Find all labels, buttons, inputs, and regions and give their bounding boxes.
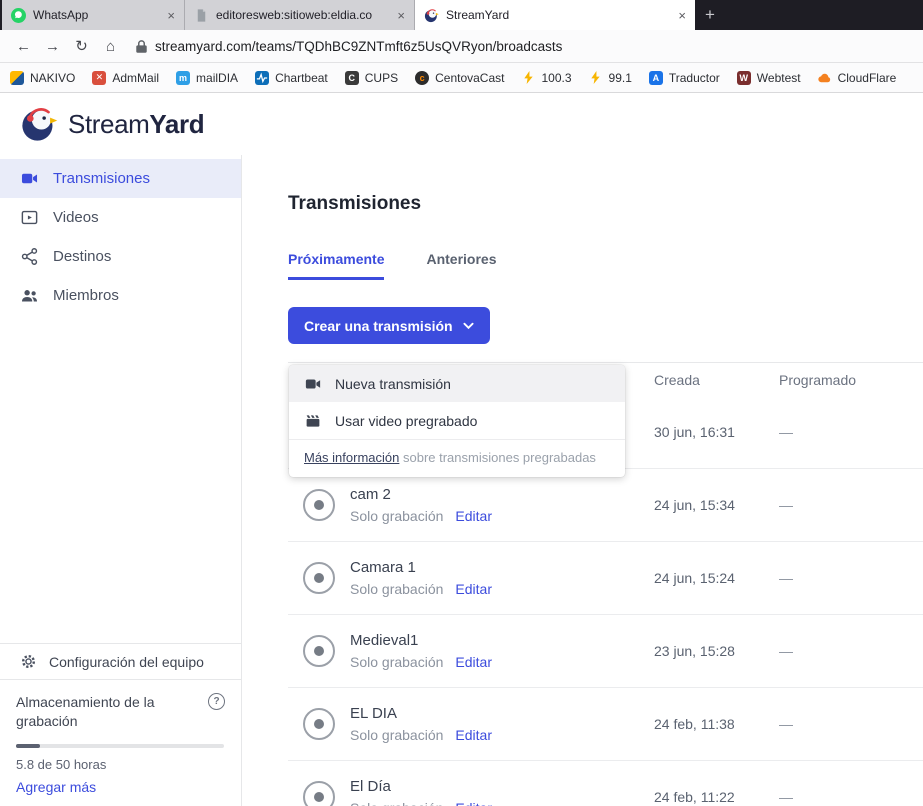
tab-title: WhatsApp bbox=[33, 8, 156, 22]
storage-title: Almacenamiento de la grabación bbox=[16, 693, 176, 731]
storage-progress-bar bbox=[16, 744, 224, 748]
nakivo-icon bbox=[10, 71, 24, 85]
bookmark-maildia[interactable]: m mailDIA bbox=[176, 71, 238, 85]
sidebar-item-destinos[interactable]: Destinos bbox=[0, 237, 241, 276]
navigation-bar: ← → ↻ ⌂ streamyard.com/teams/TQDhBC9ZNTm… bbox=[0, 30, 923, 63]
bookmark-cloudflare[interactable]: CloudFlare bbox=[818, 71, 897, 85]
table-row[interactable]: EL DIA Solo grabación Editar 24 feb, 11:… bbox=[288, 688, 923, 761]
whatsapp-icon bbox=[11, 8, 26, 23]
video-library-icon bbox=[20, 208, 39, 227]
create-broadcast-button[interactable]: Crear una transmisión bbox=[288, 307, 490, 344]
home-icon[interactable]: ⌂ bbox=[97, 33, 124, 59]
record-icon bbox=[303, 708, 335, 740]
page-title: Transmisiones bbox=[288, 193, 923, 215]
bookmark-99-1[interactable]: 99.1 bbox=[589, 71, 632, 85]
tab-proximamente[interactable]: Próximamente bbox=[288, 251, 384, 280]
app-header: StreamYard bbox=[0, 93, 923, 155]
webtest-icon: W bbox=[737, 71, 751, 85]
sidebar: Transmisiones Videos Destinos Miembros C… bbox=[0, 155, 242, 806]
table-row[interactable]: Medieval1 Solo grabación Editar 23 jun, … bbox=[288, 615, 923, 688]
record-icon bbox=[303, 562, 335, 594]
edit-link[interactable]: Editar bbox=[455, 800, 492, 806]
bookmark-webtest[interactable]: W Webtest bbox=[737, 71, 801, 85]
close-icon[interactable]: × bbox=[397, 8, 405, 23]
bolt-icon bbox=[589, 71, 603, 85]
videocam-icon bbox=[20, 169, 39, 188]
browser-tab-editoresweb[interactable]: editoresweb:sitioweb:eldia.co × bbox=[185, 0, 415, 30]
bookmark-100-3[interactable]: 100.3 bbox=[521, 71, 571, 85]
table-row[interactable]: cam 2 Solo grabación Editar 24 jun, 15:3… bbox=[288, 469, 923, 542]
bolt-icon bbox=[521, 71, 535, 85]
storage-usage-text: 5.8 de 50 horas bbox=[16, 757, 225, 772]
streamyard-logo-icon bbox=[20, 105, 58, 143]
record-icon bbox=[303, 489, 335, 521]
menu-item-nueva-transmision[interactable]: Nueva transmisión bbox=[289, 365, 625, 402]
bookmark-admmail[interactable]: ✕ AdmMail bbox=[92, 71, 159, 85]
page-icon bbox=[194, 8, 209, 23]
column-created: Creada bbox=[654, 372, 779, 388]
url-text: streamyard.com/teams/TQDhBC9ZNTmft6z5UsQ… bbox=[155, 39, 562, 54]
mas-informacion-link[interactable]: Más información bbox=[304, 450, 399, 465]
admmail-icon: ✕ bbox=[92, 71, 106, 85]
gear-icon bbox=[20, 653, 37, 670]
tab-anteriores[interactable]: Anteriores bbox=[426, 251, 496, 280]
chartbeat-icon bbox=[255, 71, 269, 85]
bookmark-nakivo[interactable]: NAKIVO bbox=[10, 71, 75, 85]
edit-link[interactable]: Editar bbox=[455, 581, 492, 597]
lock-icon bbox=[136, 39, 147, 54]
browser-tab-streamyard[interactable]: StreamYard × bbox=[415, 0, 695, 30]
cups-icon: C bbox=[345, 71, 359, 85]
edit-link[interactable]: Editar bbox=[455, 727, 492, 743]
create-dropdown-menu: Nueva transmisión Usar video pregrabado … bbox=[289, 365, 625, 477]
close-icon[interactable]: × bbox=[678, 8, 686, 23]
reload-icon[interactable]: ↻ bbox=[68, 33, 95, 59]
view-tabs: Próximamente Anteriores bbox=[288, 251, 923, 280]
translate-icon: A bbox=[649, 71, 663, 85]
new-tab-button[interactable]: + bbox=[695, 0, 725, 30]
centovacast-icon: c bbox=[415, 71, 429, 85]
clapperboard-icon bbox=[304, 412, 322, 430]
maildia-icon: m bbox=[176, 71, 190, 85]
brand-wordmark: StreamYard bbox=[68, 109, 204, 140]
chevron-down-icon bbox=[463, 322, 474, 330]
share-icon bbox=[20, 247, 39, 266]
browser-window: WhatsApp × editoresweb:sitioweb:eldia.co… bbox=[0, 0, 923, 806]
bookmark-centovacast[interactable]: c CentovaCast bbox=[415, 71, 504, 85]
tab-title: editoresweb:sitioweb:eldia.co bbox=[216, 8, 386, 22]
tab-strip: WhatsApp × editoresweb:sitioweb:eldia.co… bbox=[0, 0, 923, 30]
table-row[interactable]: Camara 1 Solo grabación Editar 24 jun, 1… bbox=[288, 542, 923, 615]
main-content: Transmisiones Próximamente Anteriores Cr… bbox=[242, 155, 923, 806]
sidebar-item-miembros[interactable]: Miembros bbox=[0, 276, 241, 315]
people-icon bbox=[20, 286, 39, 305]
browser-tab-whatsapp[interactable]: WhatsApp × bbox=[2, 0, 185, 30]
streamyard-icon bbox=[424, 8, 439, 23]
column-programado: Programado bbox=[779, 372, 923, 388]
edit-link[interactable]: Editar bbox=[455, 654, 492, 670]
forward-icon[interactable]: → bbox=[39, 33, 66, 59]
close-icon[interactable]: × bbox=[167, 8, 175, 23]
table-row[interactable]: El Día Solo grabación Editar 24 feb, 11:… bbox=[288, 761, 923, 806]
team-settings-button[interactable]: Configuración del equipo bbox=[0, 643, 241, 680]
record-icon bbox=[303, 635, 335, 667]
videocam-icon bbox=[304, 375, 322, 393]
storage-progress-fill bbox=[16, 744, 40, 748]
add-more-link[interactable]: Agregar más bbox=[16, 779, 96, 795]
tab-title: StreamYard bbox=[446, 8, 667, 22]
sidebar-item-videos[interactable]: Videos bbox=[0, 198, 241, 237]
url-bar[interactable]: streamyard.com/teams/TQDhBC9ZNTmft6z5UsQ… bbox=[136, 39, 913, 54]
menu-footer: Más información sobre transmisiones preg… bbox=[289, 439, 625, 477]
bookmark-chartbeat[interactable]: Chartbeat bbox=[255, 71, 328, 85]
record-icon bbox=[303, 781, 335, 806]
sidebar-bottom: Configuración del equipo Almacenamiento … bbox=[0, 643, 241, 806]
help-icon[interactable]: ? bbox=[208, 693, 225, 710]
sidebar-item-transmisiones[interactable]: Transmisiones bbox=[0, 159, 241, 198]
edit-link[interactable]: Editar bbox=[455, 508, 492, 524]
cloudflare-icon bbox=[818, 71, 832, 85]
bookmark-cups[interactable]: C CUPS bbox=[345, 71, 398, 85]
storage-panel: Almacenamiento de la grabación ? 5.8 de … bbox=[0, 680, 241, 806]
bookmarks-bar: NAKIVO ✕ AdmMail m mailDIA Chartbeat C C… bbox=[0, 63, 923, 93]
bookmark-traductor[interactable]: A Traductor bbox=[649, 71, 720, 85]
menu-item-video-pregrabado[interactable]: Usar video pregrabado bbox=[289, 402, 625, 439]
back-icon[interactable]: ← bbox=[10, 33, 37, 59]
